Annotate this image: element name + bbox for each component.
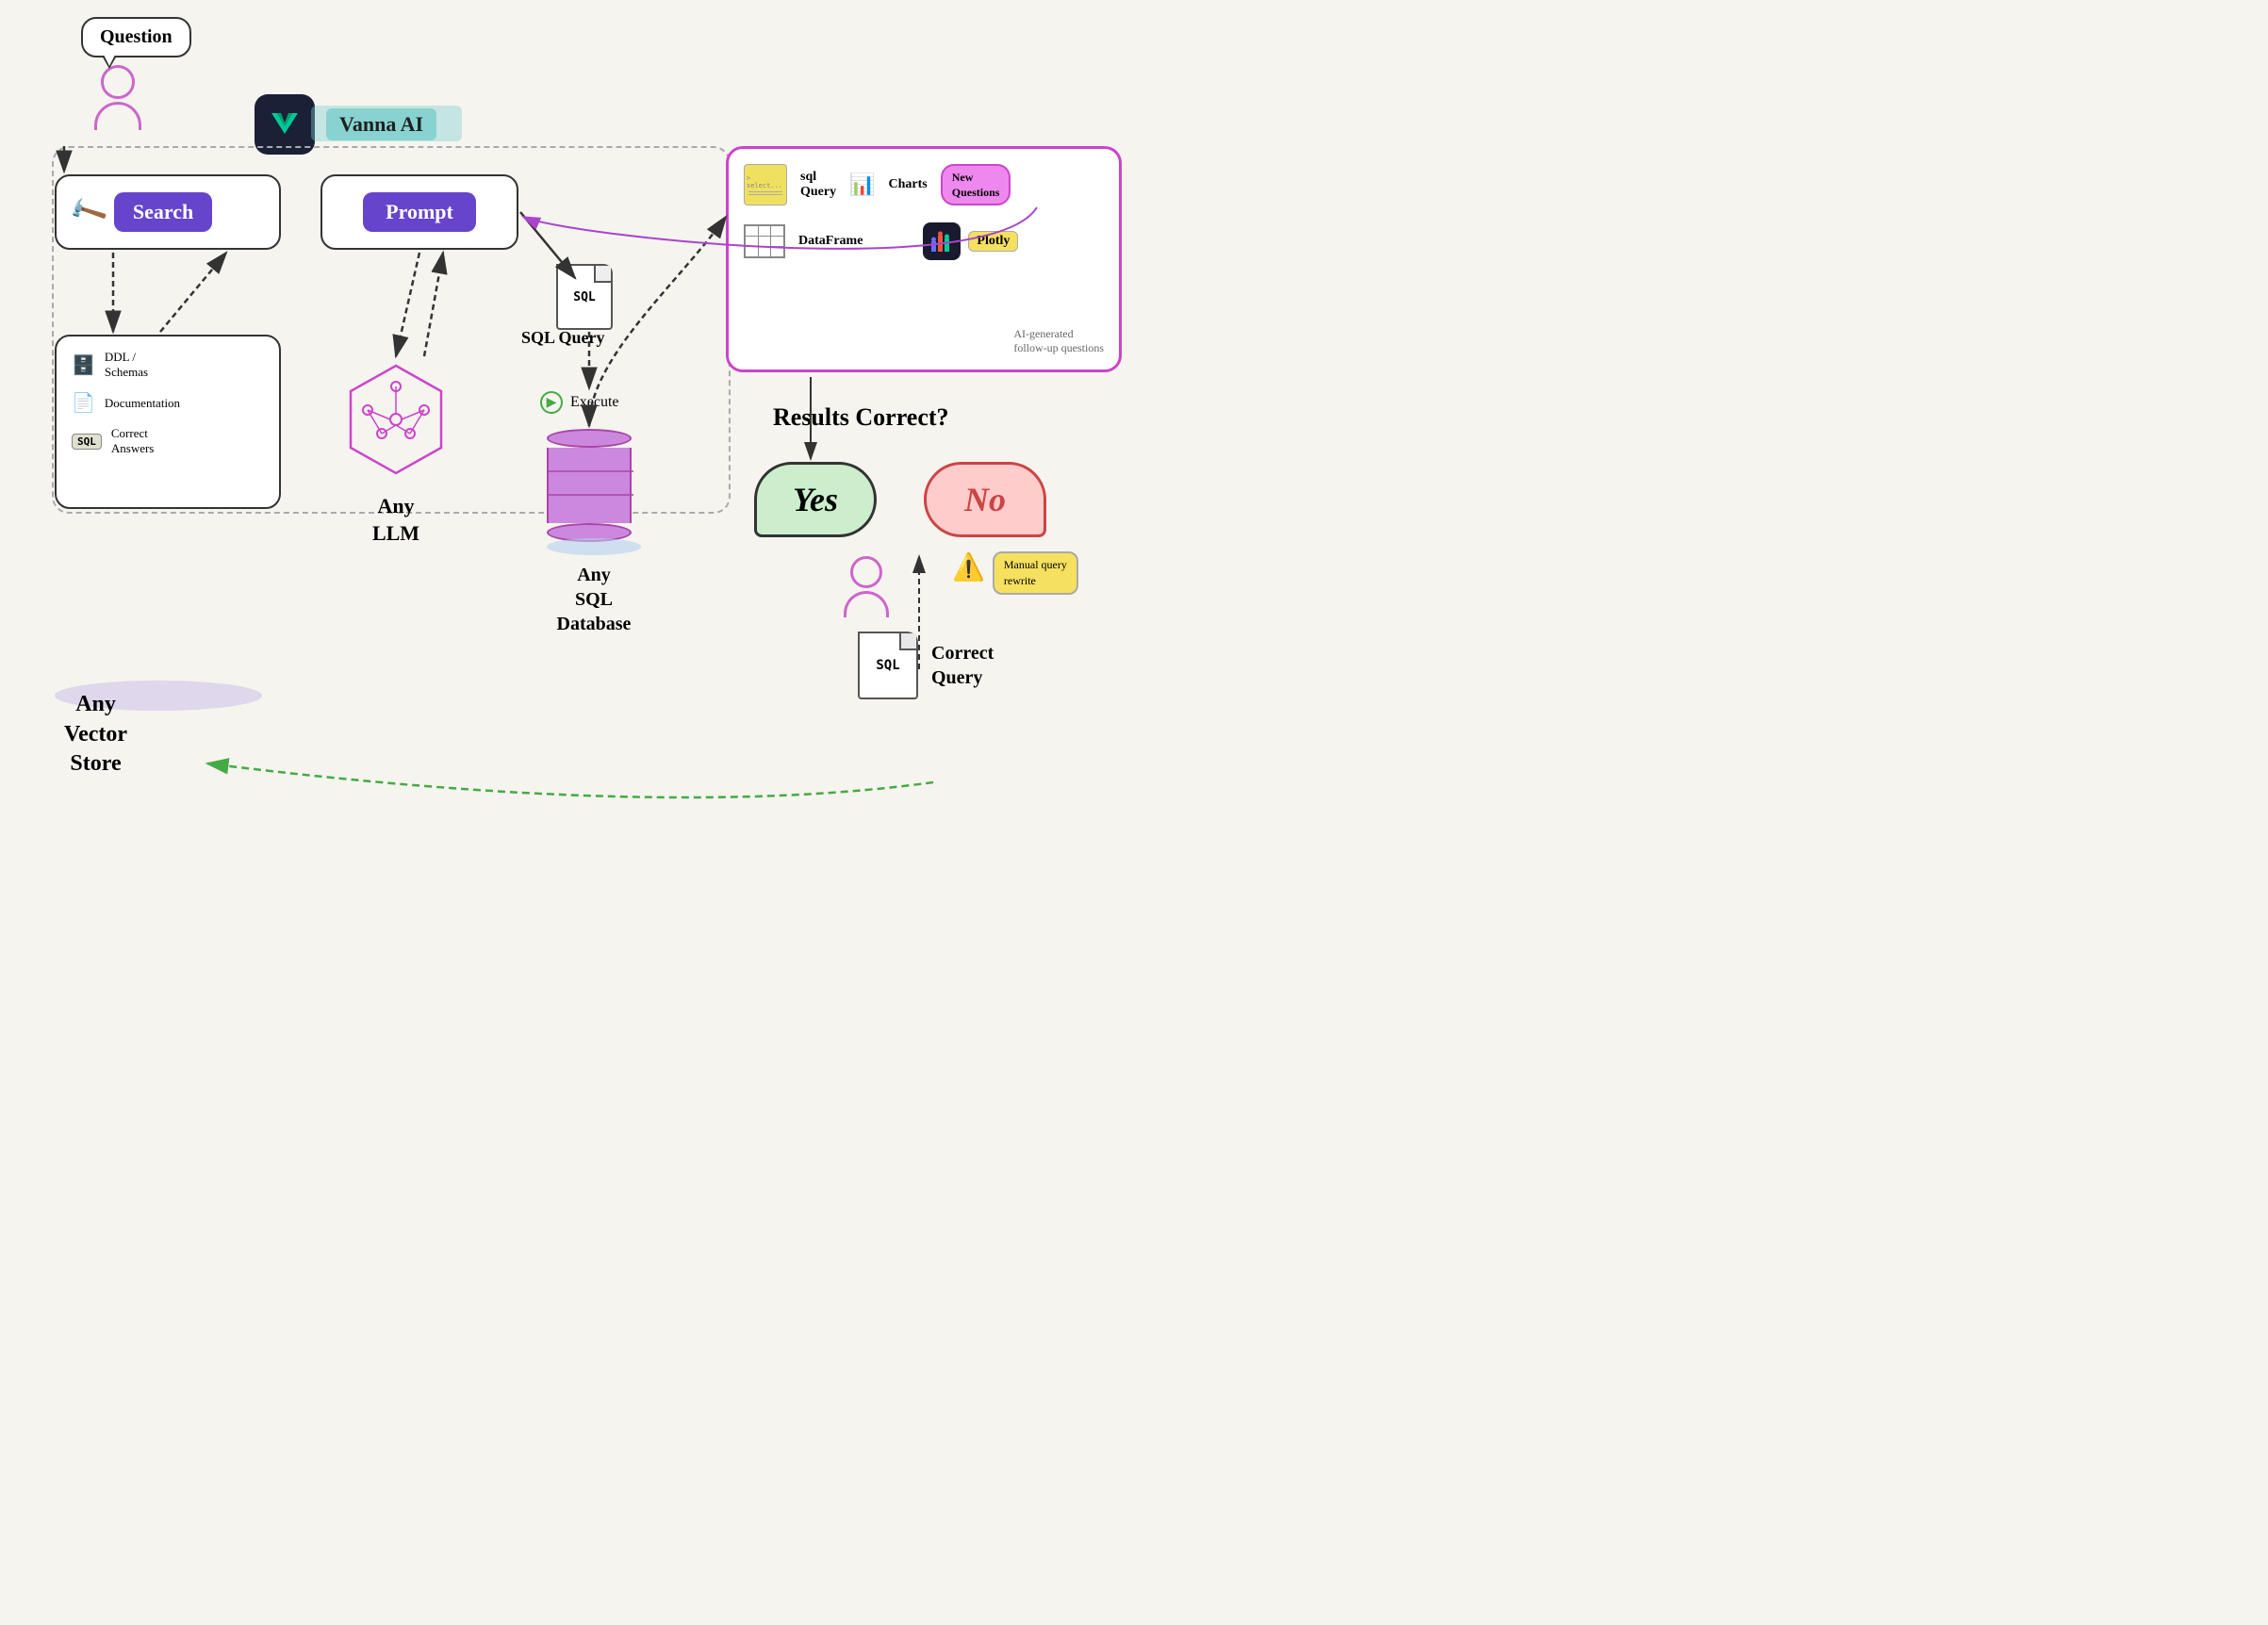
sql-query-label: SQL Query [521,328,605,348]
sql-database-area: AnySQLDatabase [547,429,641,636]
vanna-label-text: Vanna AI [339,112,423,136]
ai-generated-label: AI-generated follow-up questions [1013,327,1104,356]
search-label: Search [114,192,212,232]
db-top [547,429,632,448]
vector-store-label: AnyVectorStore [64,690,127,779]
correct-answers-item: SQL Correct Answers [72,426,264,456]
llm-hexagon-icon [335,358,457,481]
sql-doc-icon: SQL [556,264,613,330]
plotly-icon [923,222,961,260]
doc-icon: 📄 [72,391,95,415]
sql-correct-doc: SQL [858,632,918,699]
sql-database-label: AnySQLDatabase [547,563,641,636]
results-box: > select... sql Query 📊 Charts New Quest… [726,146,1122,372]
db-cylinder [547,429,632,542]
sql-document-area: SQL [556,264,613,330]
warning-area: ⚠️ Manual query rewrite [952,551,1078,595]
person-question-area: Question [26,17,191,130]
person-head [101,65,135,99]
ddl-label: DDL / Schemas [105,350,148,380]
db-highlight [547,538,641,555]
person-bottom-icon [844,556,889,617]
manual-rewrite-bubble: Manual query rewrite [993,551,1078,595]
dataframe-icon [744,224,785,258]
plotly-label: Plotly [968,231,1018,252]
vector-store-box: 🗄️ DDL / Schemas 📄 Documentation SQL Cor… [55,335,281,509]
db-icon: 🗄️ [72,353,95,377]
dataframe-label: DataFrame [798,234,863,249]
documentation-item: 📄 Documentation [72,391,264,415]
search-box: 🔨 Search [55,174,281,250]
charts-label: Charts [889,177,928,192]
ddl-item: 🗄️ DDL / Schemas [72,350,264,380]
execute-label: Execute [570,394,619,411]
results-row-2: DataFrame Plotly [744,222,1104,260]
results-row-1: > select... sql Query 📊 Charts New Quest… [744,164,1104,205]
charts-icon: 📊 [849,172,875,197]
person-body [94,102,141,130]
sql-badge-small: SQL [72,434,102,450]
llm-label: AnyLLM [335,493,457,547]
vanna-label: Vanna AI [326,108,436,140]
execute-area: ▶ Execute [540,391,619,414]
diagram: Question Vanna AI 🔨 Search Pro [0,0,1134,812]
play-icon: ▶ [540,391,563,414]
llm-area: AnyLLM [335,358,457,547]
question-label: Question [100,26,173,47]
db-body [547,448,632,523]
documentation-label: Documentation [105,396,180,411]
warning-icon: ⚠️ [952,551,985,583]
no-bubble: No [924,462,1046,537]
sql-query-icon: > select... [744,164,787,205]
results-correct-label: Results Correct? [773,403,949,432]
question-bubble: Question [81,17,191,57]
hammer-icon: 🔨 [66,190,110,235]
correct-answers-label: Correct Answers [111,426,155,456]
sql-correct-area: SQL Correct Query [858,632,994,699]
yes-bubble: Yes [754,462,877,537]
correct-query-label: Correct Query [931,641,994,690]
prompt-label: Prompt [363,192,476,232]
sql-query-result-label: sql Query [800,170,836,200]
prompt-box: Prompt [320,174,518,250]
person-icon [45,65,191,130]
new-questions-bubble: New Questions [941,164,1011,205]
